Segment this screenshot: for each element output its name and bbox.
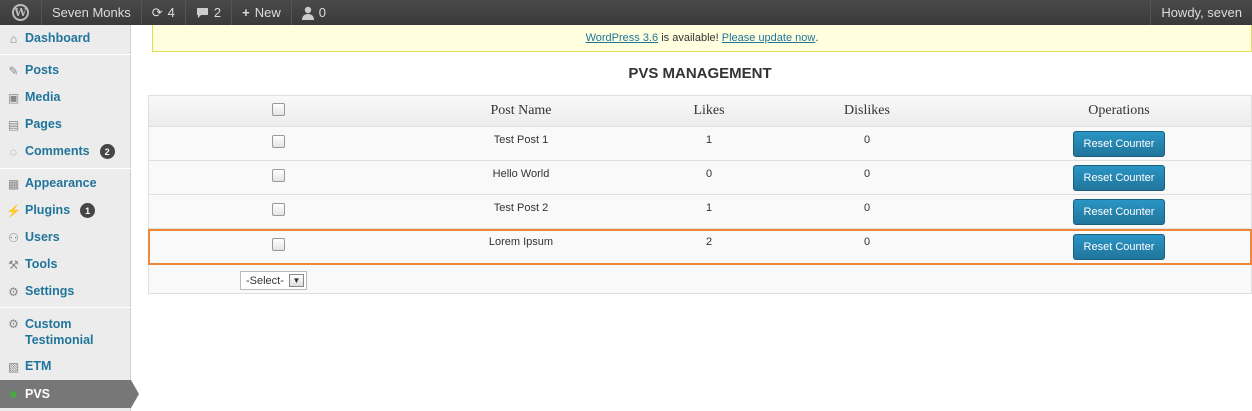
post-name-cell: Test Post 1	[493, 134, 549, 146]
sidebar-item-comments[interactable]: ◌ Comments 2	[0, 144, 131, 159]
new-label: New	[254, 5, 281, 20]
site-name-label: Seven Monks	[52, 5, 131, 20]
wordpress-version-link[interactable]: WordPress 3.6	[586, 32, 659, 44]
update-notice: WordPress 3.6 is available! Please updat…	[152, 25, 1252, 52]
updates-count: 4	[167, 5, 175, 20]
select-all-checkbox[interactable]	[272, 103, 285, 116]
media-icon: ▣	[7, 90, 20, 105]
sidebar-item-appearance[interactable]: ▦ Appearance	[0, 176, 131, 191]
likes-cell: 0	[705, 168, 713, 180]
sidebar-item-tools[interactable]: ⚒ Tools	[0, 257, 131, 272]
wordpress-icon: W	[12, 4, 29, 21]
sidebar-item-label: PVS	[25, 387, 51, 401]
sidebar-item-pages[interactable]: ▤ Pages	[0, 117, 131, 132]
sidebar-item-media[interactable]: ▣ Media	[0, 90, 131, 105]
current-menu-arrow	[131, 380, 139, 408]
update-now-link[interactable]: Please update now	[722, 32, 816, 44]
sidebar-item-label: ETM	[25, 359, 52, 373]
page-title: PVS MANAGEMENT	[628, 65, 772, 82]
appearance-icon: ▦	[7, 176, 20, 191]
sidebar-item-plugins[interactable]: ⚡ Plugins 1	[0, 203, 131, 218]
comments-link[interactable]: 2	[186, 0, 233, 25]
notice-period: .	[815, 32, 819, 44]
post-name-cell: Test Post 2	[493, 202, 549, 214]
likes-cell: 1	[705, 134, 713, 146]
likes-cell: 1	[705, 202, 713, 214]
pending-count: 0	[318, 5, 326, 20]
admin-sidebar: ⌂ Dashboard ✎ Posts ▣ Media ▤ Pages ◌ Co…	[0, 25, 131, 411]
sidebar-item-posts[interactable]: ✎ Posts	[0, 63, 131, 78]
pushpin-icon: ✎	[8, 63, 19, 78]
comments-badge: 2	[99, 144, 115, 159]
document-icon: ▧	[7, 359, 20, 374]
leaf-icon: ■	[9, 387, 18, 401]
user-silhouette-icon	[301, 6, 314, 20]
comments-count: 2	[213, 5, 222, 20]
row-checkbox[interactable]	[272, 135, 285, 148]
table-row: Test Post 2 1 0 Reset Counter	[149, 195, 1251, 229]
sidebar-item-label: Media	[25, 90, 61, 104]
reset-counter-button[interactable]: Reset Counter	[1073, 165, 1165, 191]
site-name-link[interactable]: Seven Monks	[42, 0, 142, 25]
sidebar-item-label: Settings	[25, 284, 75, 298]
sidebar-item-settings[interactable]: ⚙ Settings	[0, 284, 131, 299]
menu-separator	[0, 168, 131, 169]
chevron-down-icon: ▼	[289, 274, 304, 287]
sidebar-item-label: Users	[25, 230, 60, 244]
new-content-link[interactable]: + New	[232, 0, 292, 25]
operations-header: Operations	[1088, 103, 1150, 118]
users-icon: ⚇	[8, 230, 19, 245]
plugins-badge: 1	[80, 203, 96, 218]
post-name-header: Post Name	[490, 103, 552, 118]
dislikes-cell: 0	[863, 202, 871, 214]
dislikes-header: Dislikes	[844, 103, 890, 118]
wordpress-logo-menu[interactable]: W	[0, 0, 42, 25]
updates-link[interactable]: ⟳ 4	[142, 0, 186, 25]
dislikes-cell: 0	[863, 168, 871, 180]
sidebar-item-custom-testimonial[interactable]: ⚙ Custom Testimonial	[0, 316, 100, 348]
sidebar-item-pvs[interactable]: ■ PVS	[0, 380, 131, 408]
sidebar-item-label: Appearance	[25, 176, 97, 190]
post-name-cell: Hello World	[492, 168, 550, 180]
dislikes-cell: 0	[863, 134, 871, 146]
house-icon: ⌂	[9, 31, 18, 46]
menu-separator	[0, 307, 131, 308]
bulk-action-selected: -Select-	[246, 274, 284, 287]
sidebar-item-etm[interactable]: ▧ ETM	[0, 359, 131, 374]
sidebar-item-label: Pages	[25, 117, 62, 131]
gear-icon: ⚙	[8, 316, 19, 331]
sidebar-item-label: Custom Testimonial	[25, 317, 94, 347]
sidebar-item-label: Dashboard	[25, 31, 91, 45]
refresh-icon: ⟳	[151, 4, 163, 20]
reset-counter-button[interactable]: Reset Counter	[1073, 199, 1165, 225]
table-header-row: Post Name Likes Dislikes Operations	[149, 96, 1251, 127]
table-row: Hello World 0 0 Reset Counter	[149, 161, 1251, 195]
plus-icon: +	[242, 5, 250, 20]
notice-text: is available!	[658, 32, 722, 44]
table-row: Test Post 1 1 0 Reset Counter	[149, 127, 1251, 161]
bulk-action-select[interactable]: -Select- ▼	[240, 271, 307, 290]
row-highlight-outline	[148, 229, 1252, 265]
sidebar-item-label: Plugins	[25, 203, 71, 217]
menu-separator	[0, 54, 131, 55]
admin-bar: W Seven Monks ⟳ 4 2 + New 0 Howdy, seven	[0, 0, 1252, 25]
row-checkbox[interactable]	[272, 169, 285, 182]
pending-link[interactable]: 0	[292, 0, 336, 25]
my-account-menu[interactable]: Howdy, seven	[1150, 0, 1252, 25]
likes-header: Likes	[693, 103, 725, 118]
plug-icon: ⚡	[6, 203, 21, 218]
sidebar-item-users[interactable]: ⚇ Users	[0, 230, 131, 245]
sidebar-item-label: Tools	[25, 257, 58, 271]
comment-icon: ◌	[9, 144, 18, 159]
row-checkbox[interactable]	[272, 203, 285, 216]
sidebar-item-label: Comments	[25, 144, 90, 158]
sidebar-item-label: Posts	[25, 63, 60, 77]
reset-counter-button[interactable]: Reset Counter	[1073, 131, 1165, 157]
settings-icon: ⚙	[8, 284, 19, 299]
sidebar-item-dashboard[interactable]: ⌂ Dashboard	[0, 31, 131, 46]
howdy-label: Howdy, seven	[1161, 5, 1242, 20]
comment-bubble-icon	[196, 7, 208, 18]
wrench-icon: ⚒	[8, 257, 19, 272]
pages-icon: ▤	[7, 117, 20, 132]
